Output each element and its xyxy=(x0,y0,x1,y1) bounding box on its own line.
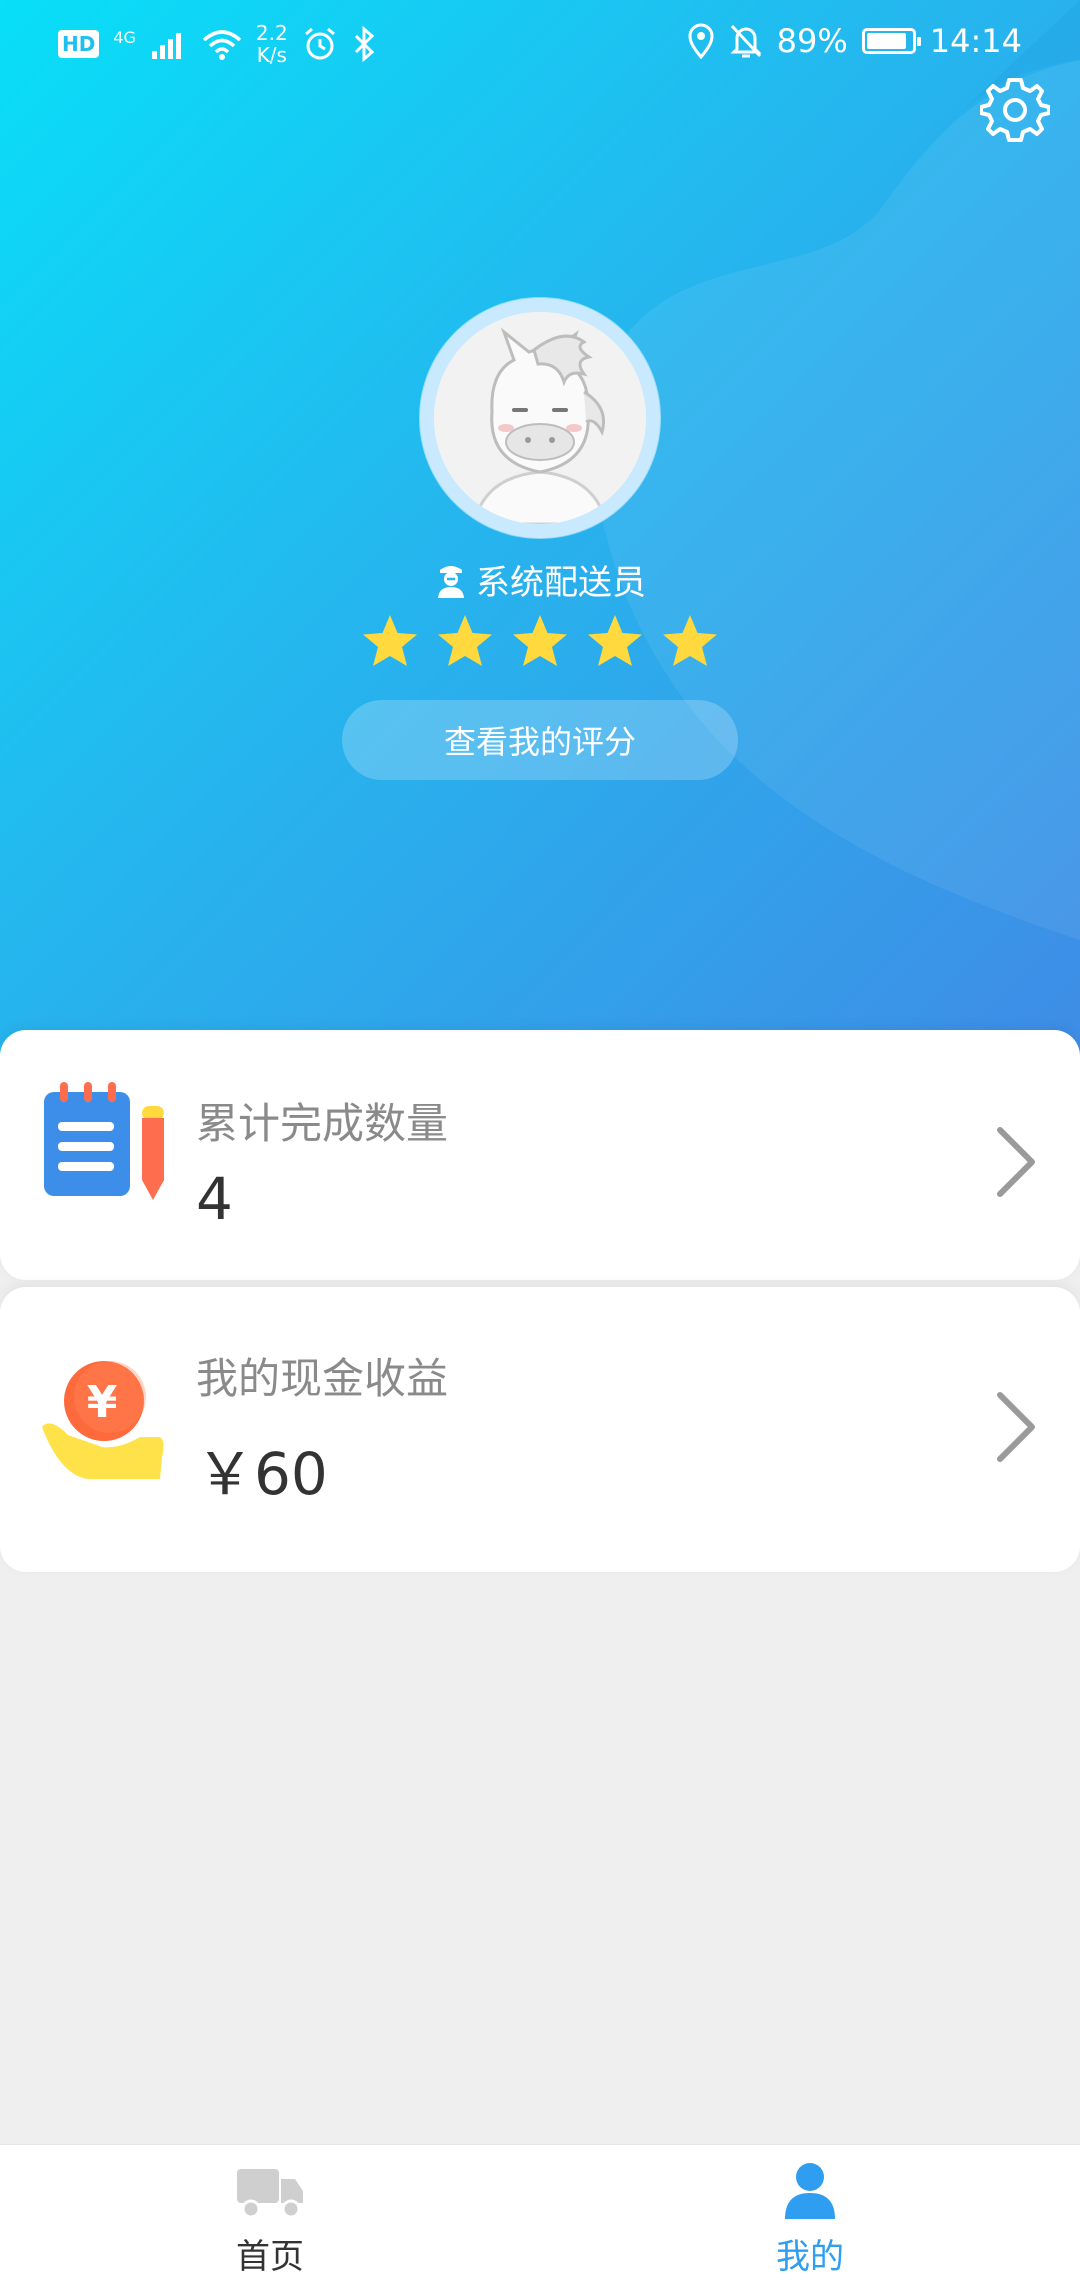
profile-header: HD 4G 2.2 K/s 89% 14:14 系统配送员 查看我的评分 xyxy=(0,0,1080,1060)
courier-icon xyxy=(438,565,464,598)
truck-icon xyxy=(237,2169,303,2219)
person-icon xyxy=(785,2163,835,2219)
avatar[interactable] xyxy=(420,298,660,538)
avatar-image xyxy=(434,312,646,524)
hd-badge: HD xyxy=(58,30,100,58)
tab-mine[interactable]: 我的 xyxy=(540,2145,1080,2281)
settings-gear-icon[interactable] xyxy=(980,75,1050,145)
star-icon xyxy=(513,615,567,666)
chevron-right-icon xyxy=(997,1127,1035,1197)
status-bar: HD 4G 2.2 K/s 89% 14:14 xyxy=(0,0,1080,96)
star-rating xyxy=(360,612,720,682)
star-icon xyxy=(588,615,642,666)
tab-home[interactable]: 首页 xyxy=(0,2145,540,2281)
network-speed: 2.2 K/s xyxy=(256,22,288,66)
signal-icon xyxy=(151,33,181,59)
tab-label: 首页 xyxy=(236,2237,304,2277)
card-title: 我的现金收益 xyxy=(196,1354,449,1403)
battery-percent: 89% xyxy=(776,22,848,60)
card-value: 4 xyxy=(196,1165,233,1233)
horse-avatar-icon xyxy=(434,312,646,524)
notepad-pencil-icon xyxy=(44,1082,164,1200)
role-label: 系统配送员 xyxy=(476,563,646,603)
star-icon xyxy=(438,615,492,666)
star-icon xyxy=(363,615,417,666)
clock-time: 14:14 xyxy=(929,22,1022,60)
view-my-rating-button[interactable]: 查看我的评分 xyxy=(342,700,738,780)
chevron-right-icon xyxy=(997,1392,1035,1462)
location-icon xyxy=(688,23,714,59)
card-title: 累计完成数量 xyxy=(196,1099,449,1148)
card-value: ￥60 xyxy=(196,1440,328,1508)
bluetooth-icon xyxy=(354,26,374,62)
mute-notifications-icon xyxy=(730,24,762,58)
svg-text:¥: ¥ xyxy=(87,1377,118,1428)
battery-icon xyxy=(861,28,921,54)
speed-unit: K/s xyxy=(256,43,287,67)
wifi-icon xyxy=(202,30,242,60)
completed-count-card[interactable]: 累计完成数量 4 xyxy=(0,1030,1080,1280)
yuan-coin-hand-icon: ¥ xyxy=(42,1361,164,1479)
bottom-tab-bar: 首页 我的 xyxy=(0,2144,1080,2281)
alarm-icon xyxy=(304,27,335,60)
tab-label: 我的 xyxy=(776,2237,844,2277)
star-icon xyxy=(663,615,717,666)
battery-level-fill xyxy=(866,33,906,49)
cash-earnings-card[interactable]: ¥ 我的现金收益 ￥60 xyxy=(0,1287,1080,1572)
user-role: 系统配送员 xyxy=(0,555,1080,604)
speed-value: 2.2 xyxy=(255,21,288,45)
network-type: 4G xyxy=(113,27,136,47)
